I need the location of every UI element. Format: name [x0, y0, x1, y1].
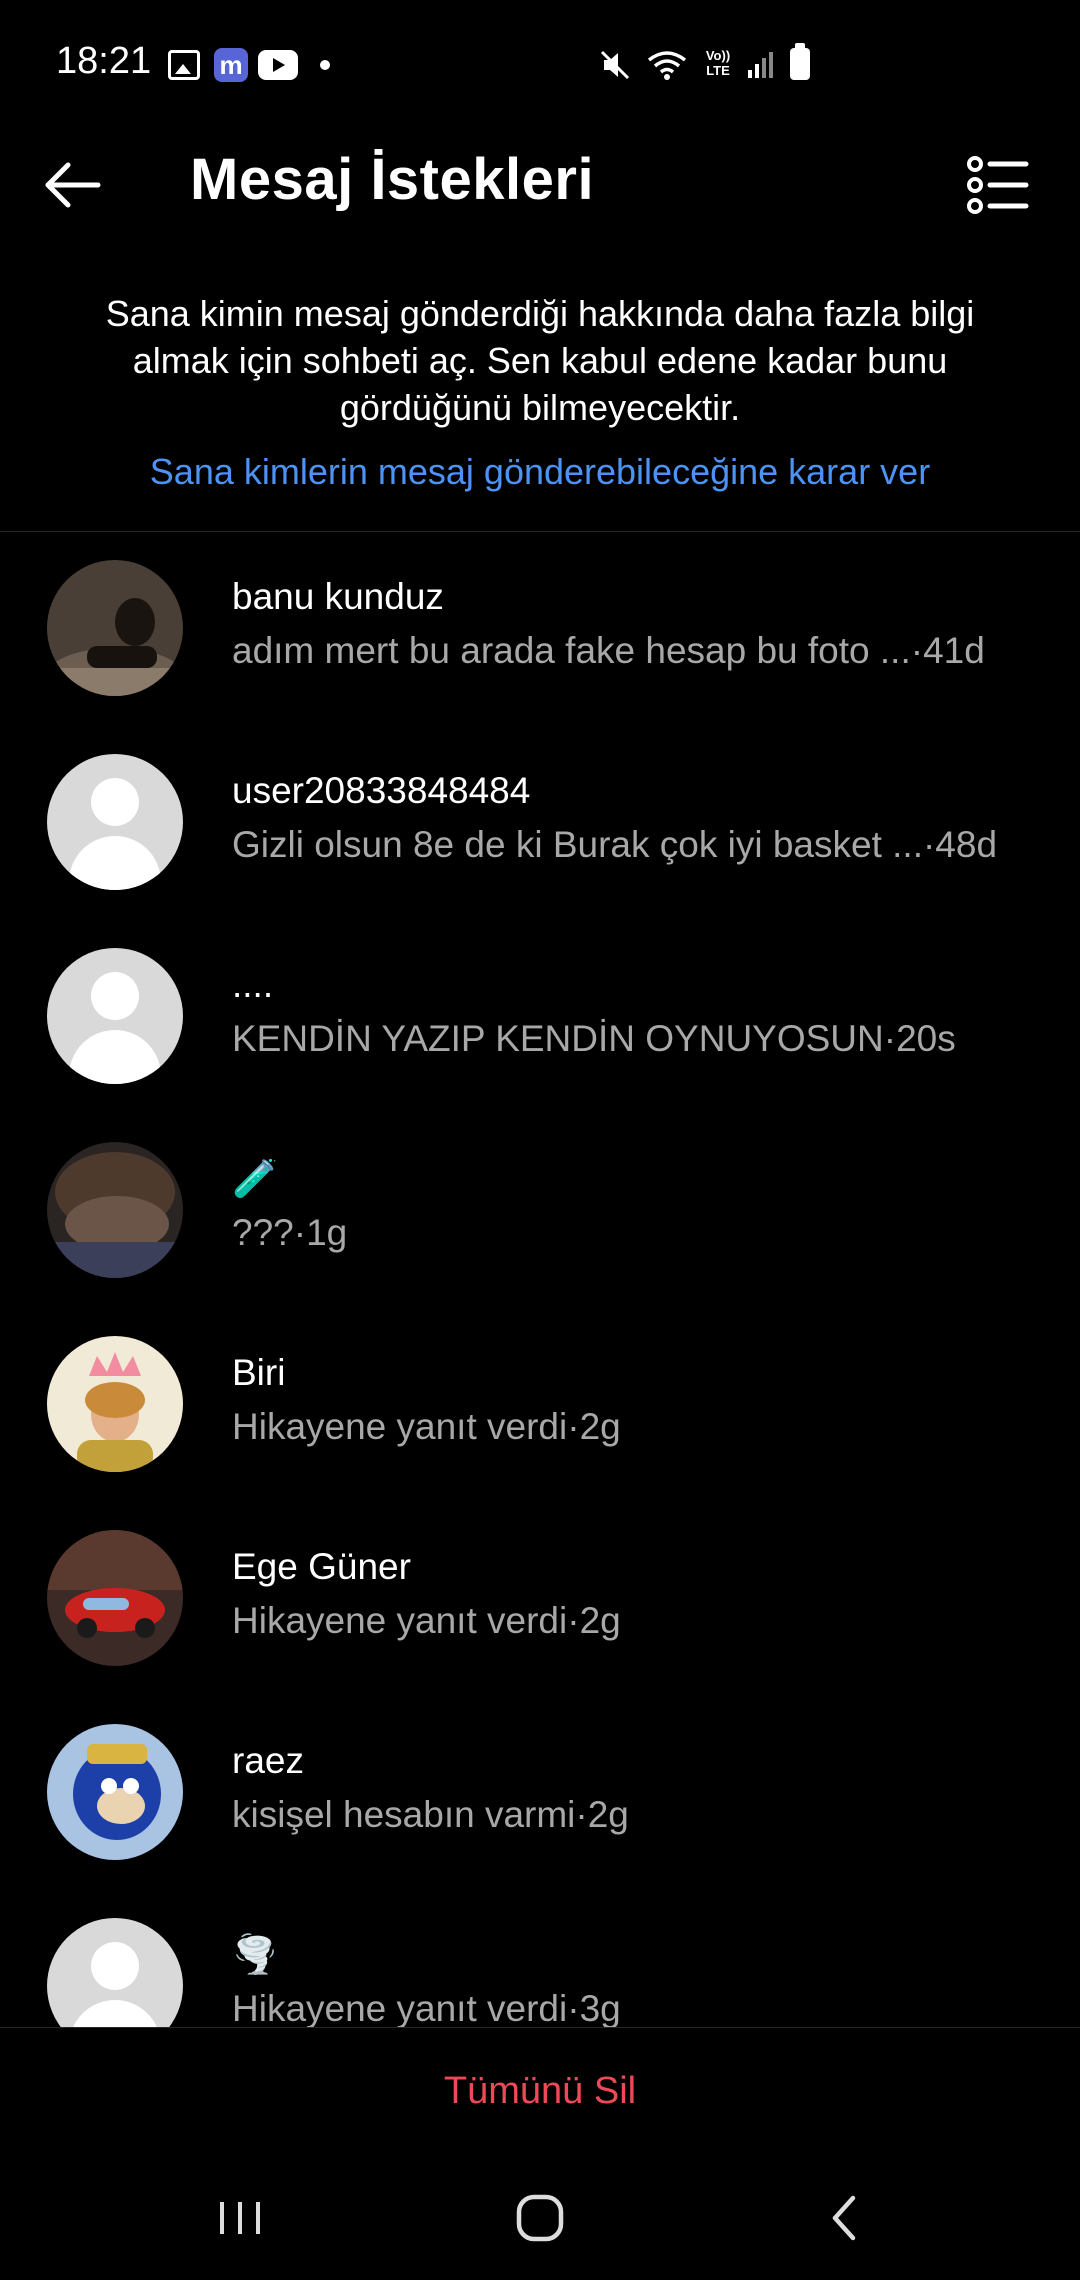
- request-time: 20s: [896, 1018, 956, 1059]
- request-name: ....: [232, 964, 274, 1005]
- battery-icon: [790, 43, 810, 80]
- intro-text: Sana kimin mesaj gönderdiği hakkında dah…: [105, 293, 975, 428]
- separator: ·: [883, 1018, 897, 1059]
- separator: ·: [567, 1988, 580, 2027]
- request-time: 2g: [587, 1794, 629, 1835]
- mastodon-icon: m: [214, 48, 248, 82]
- request-time: 41d: [923, 630, 985, 671]
- request-preview: Gizli olsun 8e de ki Burak çok iyi baske…: [232, 824, 1042, 866]
- separator: ·: [910, 630, 924, 671]
- wifi-icon: [646, 48, 688, 82]
- request-time: 1g: [306, 1212, 348, 1253]
- request-row[interactable]: Biri Hikayene yanıt verdi · 2g: [0, 1308, 1080, 1502]
- intro-section: Sana kimin mesaj gönderdiği hakkında dah…: [60, 290, 1020, 495]
- request-preview: ??? · 1g: [232, 1212, 1042, 1254]
- separator: ·: [567, 1406, 580, 1447]
- delete-all-button[interactable]: Tümünü Sil: [0, 2070, 1080, 2113]
- request-preview: Hikayene yanıt verdi · 3g: [232, 1988, 1042, 2027]
- request-preview: KENDİN YAZIP KENDİN OYNUYOSUN · 20s: [232, 1018, 1042, 1060]
- request-name: raez: [232, 1740, 304, 1781]
- request-name: 🌪️: [232, 1934, 279, 1975]
- avatar[interactable]: [47, 1530, 183, 1666]
- default-avatar-icon[interactable]: [47, 948, 183, 1084]
- dot-icon: [320, 60, 330, 70]
- mute-icon: [598, 48, 632, 82]
- arrow-left-icon: [45, 162, 101, 208]
- request-message: Hikayene yanıt verdi: [232, 1988, 568, 2027]
- request-list[interactable]: banu kunduz adım mert bu arada fake hesa…: [0, 532, 1080, 2027]
- request-row[interactable]: 🌪️ Hikayene yanıt verdi · 3g: [0, 1890, 1080, 2027]
- request-name: Ege Güner: [232, 1546, 411, 1587]
- home-button[interactable]: [510, 2188, 570, 2248]
- page-title: Mesaj İstekleri: [190, 147, 595, 212]
- request-preview: adım mert bu arada fake hesap bu foto ..…: [232, 630, 1042, 672]
- request-message: KENDİN YAZIP KENDİN OYNUYOSUN: [232, 1018, 884, 1059]
- request-message: Hikayene yanıt verdi: [232, 1406, 568, 1447]
- request-name: 🧪: [232, 1158, 279, 1199]
- separator: ·: [567, 1600, 580, 1641]
- default-avatar-icon[interactable]: [47, 1918, 183, 2027]
- separator: ·: [293, 1212, 307, 1253]
- request-preview: Hikayene yanıt verdi · 2g: [232, 1600, 1042, 1642]
- request-preview: kisişel hesabın varmi · 2g: [232, 1794, 1042, 1836]
- home-icon: [516, 2194, 564, 2242]
- request-name: banu kunduz: [232, 576, 444, 617]
- navigation-bar: [0, 2158, 1080, 2280]
- avatar[interactable]: [47, 1336, 183, 1472]
- recents-icon: [220, 2202, 260, 2234]
- message-settings-link[interactable]: Sana kimlerin mesaj gönderebileceğine ka…: [60, 449, 1020, 495]
- request-name: Biri: [232, 1352, 286, 1393]
- request-row[interactable]: 🧪 ??? · 1g: [0, 1114, 1080, 1308]
- request-name: user20833848484: [232, 770, 531, 811]
- separator: ·: [575, 1794, 588, 1835]
- avatar[interactable]: [47, 1724, 183, 1860]
- request-message: Gizli olsun 8e de ki Burak çok iyi baske…: [232, 824, 923, 865]
- back-button[interactable]: [40, 152, 106, 218]
- request-time: 3g: [579, 1988, 621, 2027]
- request-row[interactable]: banu kunduz adım mert bu arada fake hesa…: [0, 532, 1080, 726]
- request-row[interactable]: user20833848484 Gizli olsun 8e de ki Bur…: [0, 726, 1080, 920]
- nav-back-button[interactable]: [815, 2188, 875, 2248]
- bottom-bar: Tümünü Sil: [0, 2027, 1080, 2158]
- list-menu-button[interactable]: [966, 152, 1032, 218]
- status-time: 18:21: [56, 40, 152, 82]
- request-row[interactable]: Ege Güner Hikayene yanıt verdi · 2g: [0, 1502, 1080, 1696]
- request-message: adım mert bu arada fake hesap bu foto ..…: [232, 630, 911, 671]
- default-avatar-icon[interactable]: [47, 754, 183, 890]
- status-bar: 18:21 m Vo)) LTE: [0, 0, 1080, 130]
- request-message: ???: [232, 1212, 294, 1253]
- recents-button[interactable]: [210, 2188, 270, 2248]
- request-row[interactable]: .... KENDİN YAZIP KENDİN OYNUYOSUN · 20s: [0, 920, 1080, 1114]
- request-time: 2g: [579, 1406, 621, 1447]
- request-message: kisişel hesabın varmi: [232, 1794, 576, 1835]
- youtube-icon: [258, 50, 298, 80]
- request-time: 2g: [579, 1600, 621, 1641]
- request-message: Hikayene yanıt verdi: [232, 1600, 568, 1641]
- signal-icon: [746, 48, 778, 80]
- separator: ·: [922, 824, 936, 865]
- gallery-icon: [168, 50, 200, 80]
- request-preview: Hikayene yanıt verdi · 2g: [232, 1406, 1042, 1448]
- list-menu-icon: [967, 156, 1029, 214]
- header: Mesaj İstekleri: [0, 130, 1080, 240]
- nav-back-icon: [832, 2195, 856, 2241]
- avatar[interactable]: [47, 560, 183, 696]
- volte-icon: Vo)) LTE: [705, 48, 731, 78]
- avatar[interactable]: [47, 1142, 183, 1278]
- request-row[interactable]: raez kisişel hesabın varmi · 2g: [0, 1696, 1080, 1890]
- request-time: 48d: [935, 824, 998, 865]
